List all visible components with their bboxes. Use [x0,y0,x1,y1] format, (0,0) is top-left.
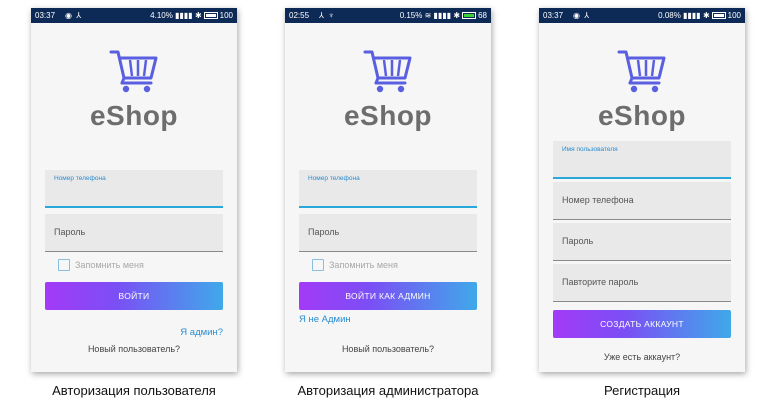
status-bar: 02:55 ⅄ ♆ 0.15% ≋ ▮▮▮▮ ✱ 68 [285,8,491,23]
status-bar: 03:37 ◉ ⅄ 4.10% ▮▮▮▮ ✱ 100 [31,8,237,23]
admin-login-button[interactable]: ВОЙТИ КАК АДМИН [299,282,477,310]
password-field[interactable]: Пароль [553,223,731,261]
have-account-link[interactable]: Уже есть аккаунт? [539,352,745,362]
phone-field[interactable]: Номер телефона [299,170,477,208]
status-time: 03:37 [35,11,56,20]
notification-icons: ◉ ⅄ [573,11,591,20]
admin-link[interactable]: Я админ? [180,327,223,338]
bluetooth-icon: ✱ [702,11,710,20]
battery-level: 68 [478,11,487,20]
bluetooth-icon: ✱ [453,11,461,20]
screen-user-login: 03:37 ◉ ⅄ 4.10% ▮▮▮▮ ✱ 100 eShop Номер те… [31,8,237,372]
cart-icon [109,50,158,93]
bluetooth-icon: ✱ [194,11,202,20]
data-rate: 0.08% [658,11,681,20]
repeat-password-field[interactable]: Павторите пароль [553,264,731,302]
cart-icon [617,50,666,93]
caption-admin-login: Авторизация администратора [297,383,479,398]
not-admin-link[interactable]: Я не Админ [299,314,351,325]
battery-icon [203,12,218,19]
status-time: 03:37 [543,11,564,20]
status-bar: 03:37 ◉ ⅄ 0.08% ▮▮▮▮ ✱ 100 [539,8,745,23]
password-field[interactable]: Пароль [299,214,477,252]
notification-icons: ◉ ⅄ [65,11,83,20]
status-right: 0.15% ≋ ▮▮▮▮ ✱ 68 [400,8,487,23]
password-placeholder: Пароль [562,236,594,246]
phone-field[interactable]: Номер телефона [45,170,223,208]
brand-title: eShop [89,100,179,131]
phone-placeholder: Номер телефона [562,195,634,205]
new-user-link[interactable]: Новый пользователь? [285,344,491,354]
phone-field-label: Номер телефона [54,175,106,182]
battery-level: 100 [219,11,233,20]
battery-level: 100 [727,11,741,20]
wifi-icon: ≋ [424,11,432,20]
phone-field-label: Номер телефона [308,175,360,182]
brand-title: eShop [343,100,433,131]
signal-icon: ▮▮▮▮ [433,11,452,20]
remember-checkbox[interactable] [58,259,70,271]
signal-icon: ▮▮▮▮ [175,11,193,20]
battery-icon [711,12,726,19]
status-right: 4.10% ▮▮▮▮ ✱ 100 [150,8,233,23]
status-right: 0.08% ▮▮▮▮ ✱ 100 [658,8,741,23]
username-field-label: Имя пользователя [562,146,618,153]
brand-title: eShop [597,100,687,131]
screen-admin-login: 02:55 ⅄ ♆ 0.15% ≋ ▮▮▮▮ ✱ 68 eShop Номер т… [285,8,491,372]
signal-icon: ▮▮▮▮ [683,11,701,20]
screen-registration: 03:37 ◉ ⅄ 0.08% ▮▮▮▮ ✱ 100 eShop Имя поль… [539,8,745,372]
login-button[interactable]: ВОЙТИ [45,282,223,310]
remember-label: Запомнить меня [75,260,144,270]
caption-user-login: Авторизация пользователя [52,383,216,398]
status-time: 02:55 [289,11,310,20]
data-rate: 0.15% [399,11,423,20]
notification-icons: ⅄ ♆ [319,11,336,20]
remember-checkbox[interactable] [312,259,324,271]
cart-icon [363,50,412,93]
repeat-password-placeholder: Павторите пароль [562,277,639,287]
create-account-button[interactable]: СОЗДАТЬ АККАУНТ [553,310,731,338]
phone-field[interactable]: Номер телефона [553,182,731,220]
caption-registration: Регистрация [604,383,680,398]
battery-icon [462,12,477,19]
username-field[interactable]: Имя пользователя [553,141,731,179]
data-rate: 4.10% [150,11,173,20]
password-field[interactable]: Пароль [45,214,223,252]
new-user-link[interactable]: Новый пользователь? [31,344,237,354]
password-placeholder: Пароль [54,227,86,237]
password-placeholder: Пароль [308,227,340,237]
remember-label: Запомнить меня [329,260,398,270]
